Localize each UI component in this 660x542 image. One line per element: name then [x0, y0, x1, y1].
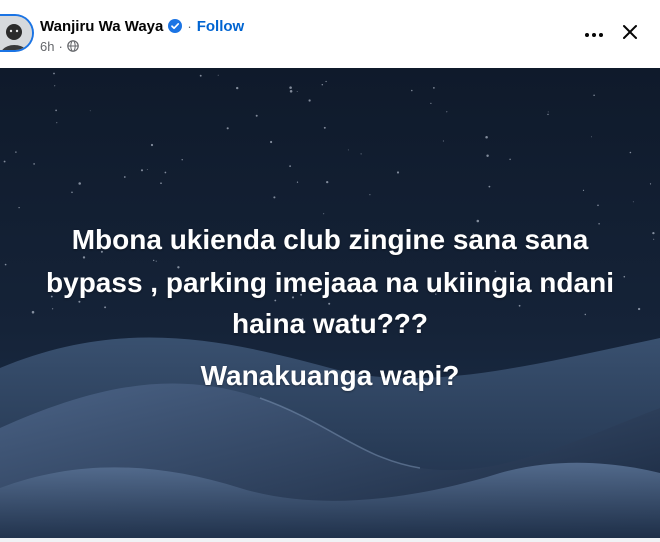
star	[296, 90, 298, 92]
star	[289, 90, 293, 93]
star	[289, 86, 292, 89]
star	[326, 180, 329, 184]
star	[199, 74, 202, 77]
star	[71, 191, 73, 194]
star	[430, 102, 432, 104]
author-line: Wanjiru Wa Waya · Follow	[40, 16, 244, 36]
more-options-icon	[584, 25, 604, 43]
star	[411, 89, 413, 92]
star	[140, 169, 144, 172]
star	[56, 122, 58, 124]
star	[226, 127, 229, 130]
follow-button[interactable]: Follow	[197, 18, 245, 35]
star	[164, 171, 167, 174]
star	[146, 168, 148, 170]
star	[396, 171, 400, 174]
star	[488, 185, 491, 188]
star	[217, 74, 219, 76]
star	[53, 72, 55, 75]
globe-icon	[67, 40, 79, 52]
star	[308, 99, 311, 102]
star	[89, 110, 91, 112]
star	[360, 153, 362, 155]
star	[78, 182, 81, 185]
star	[629, 151, 632, 154]
star	[591, 136, 592, 138]
post-text-line-1: Mbona ukienda club zingine sana sana	[71, 224, 589, 255]
more-options-button[interactable]	[580, 22, 608, 46]
star	[289, 165, 291, 167]
star	[649, 183, 652, 185]
star	[547, 113, 549, 116]
star	[323, 126, 326, 129]
star	[446, 111, 448, 113]
star	[582, 189, 585, 192]
star	[33, 163, 35, 165]
star	[54, 85, 56, 87]
star	[485, 136, 488, 139]
post-text-line-4: Wanakuanga wapi?	[200, 360, 460, 391]
star	[442, 140, 444, 142]
star	[181, 159, 183, 161]
star	[255, 114, 258, 117]
star	[509, 158, 511, 161]
star	[236, 86, 239, 90]
meta-separator: ·	[58, 38, 63, 54]
star	[547, 111, 549, 113]
close-button[interactable]	[616, 20, 644, 48]
star	[3, 160, 6, 163]
star	[18, 206, 20, 209]
star	[323, 213, 325, 215]
post-image[interactable]: Mbona ukienda club zingine sana sana byp…	[0, 68, 660, 542]
star	[321, 83, 324, 86]
star	[123, 176, 126, 178]
star	[369, 194, 371, 196]
star	[433, 87, 435, 89]
separator-dot: ·	[187, 18, 192, 34]
post-text-line-3: haina watu???	[232, 308, 428, 339]
star	[150, 143, 154, 147]
post-timestamp[interactable]: 6h	[40, 39, 54, 54]
star	[593, 94, 595, 97]
star	[296, 181, 299, 183]
verified-badge-icon	[168, 19, 183, 33]
post-meta: 6h ·	[40, 38, 79, 54]
post-header: Wanjiru Wa Waya · Follow 6h ·	[0, 0, 660, 68]
star	[632, 201, 634, 203]
star	[155, 260, 157, 262]
star	[273, 196, 276, 199]
post-text-line-2: bypass , parking imejaaa na ukiingia nda…	[46, 267, 614, 298]
star	[597, 204, 599, 207]
star	[270, 140, 273, 144]
star	[325, 80, 327, 83]
star	[15, 151, 17, 153]
star	[347, 149, 349, 151]
author-avatar[interactable]	[0, 14, 34, 52]
star	[486, 154, 489, 158]
author-name[interactable]: Wanjiru Wa Waya	[40, 18, 163, 35]
star	[160, 182, 162, 185]
star	[55, 109, 57, 112]
close-icon	[621, 23, 639, 46]
image-bottom-edge	[0, 538, 660, 542]
